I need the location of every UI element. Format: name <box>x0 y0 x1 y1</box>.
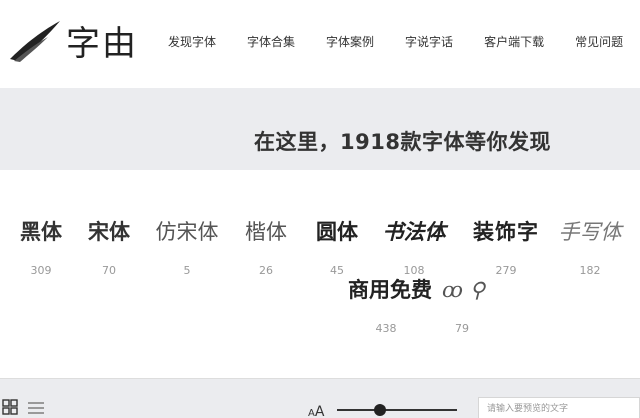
category-count: 309 <box>30 264 52 277</box>
category-free-commercial[interactable]: 商用免费 438 <box>348 276 432 335</box>
font-size-large-label: A <box>314 404 325 418</box>
category-name: 黑体 <box>20 220 62 244</box>
category-count: 5 <box>183 264 191 277</box>
category-count: 438 <box>375 322 397 335</box>
category-decorative[interactable]: 装饰字 279 <box>470 218 542 277</box>
category-name: 仿宋体 <box>155 220 219 244</box>
category-kaiti[interactable]: 楷体 26 <box>242 218 290 277</box>
font-size-small-label: A <box>308 408 315 418</box>
category-name: 楷体 <box>245 220 287 244</box>
nav-discover-fonts[interactable]: 发现字体 <box>168 33 216 50</box>
font-size-icon: AA <box>308 401 324 418</box>
category-name: 书法体 <box>382 219 446 244</box>
category-name: 商用免费 <box>348 278 432 302</box>
font-size-slider-track[interactable] <box>337 409 457 411</box>
logo-text: 字由 <box>66 23 138 64</box>
category-name: 宋体 <box>88 219 130 244</box>
header: 字由 发现字体 字体合集 字体案例 字说字话 客户端下载 常见问题 <box>0 0 640 88</box>
category-count: 79 <box>455 322 469 335</box>
nav-faq[interactable]: 常见问题 <box>575 33 623 50</box>
category-name: 手写体 <box>558 220 622 244</box>
nav-client-download[interactable]: 客户端下载 <box>484 33 544 50</box>
category-name: 圆体 <box>316 220 358 244</box>
brush-stroke-icon <box>10 21 60 62</box>
preview-toolbar: AA <box>0 378 640 418</box>
category-songti[interactable]: 宋体 70 <box>86 218 132 277</box>
category-handwriting[interactable]: 手写体 182 <box>558 218 622 277</box>
preview-text-input[interactable] <box>478 397 640 418</box>
category-count: 26 <box>259 264 273 277</box>
nav-font-collections[interactable]: 字体合集 <box>247 33 295 50</box>
category-symbols[interactable]: ꝏ ⚲ 79 <box>442 276 486 335</box>
nav-font-talk[interactable]: 字说字话 <box>405 33 453 50</box>
category-yuanti[interactable]: 圆体 45 <box>314 218 360 277</box>
category-count: 70 <box>102 264 116 277</box>
hero-banner: 在这里，1918款字体等你发现 <box>0 88 640 170</box>
logo[interactable]: 字由 <box>8 16 138 64</box>
main-nav: 发现字体 字体合集 字体案例 字说字话 客户端下载 常见问题 <box>168 33 640 50</box>
font-category-list: 黑体 309 宋体 70 仿宋体 5 楷体 26 圆体 45 书法体 108 装… <box>0 170 640 378</box>
font-size-slider-handle[interactable] <box>374 404 386 416</box>
list-view-icon[interactable] <box>28 400 44 414</box>
grid-view-icon[interactable] <box>2 399 18 415</box>
banner-title: 在这里，1918款字体等你发现 <box>254 130 551 154</box>
category-fangsong[interactable]: 仿宋体 5 <box>154 218 220 277</box>
nav-font-cases[interactable]: 字体案例 <box>326 33 374 50</box>
category-calligraphy[interactable]: 书法体 108 <box>381 218 447 277</box>
category-name: 装饰字 <box>473 220 539 244</box>
category-name: ꝏ ⚲ <box>442 278 486 302</box>
category-heiti[interactable]: 黑体 309 <box>18 218 64 277</box>
category-count: 182 <box>579 264 601 277</box>
